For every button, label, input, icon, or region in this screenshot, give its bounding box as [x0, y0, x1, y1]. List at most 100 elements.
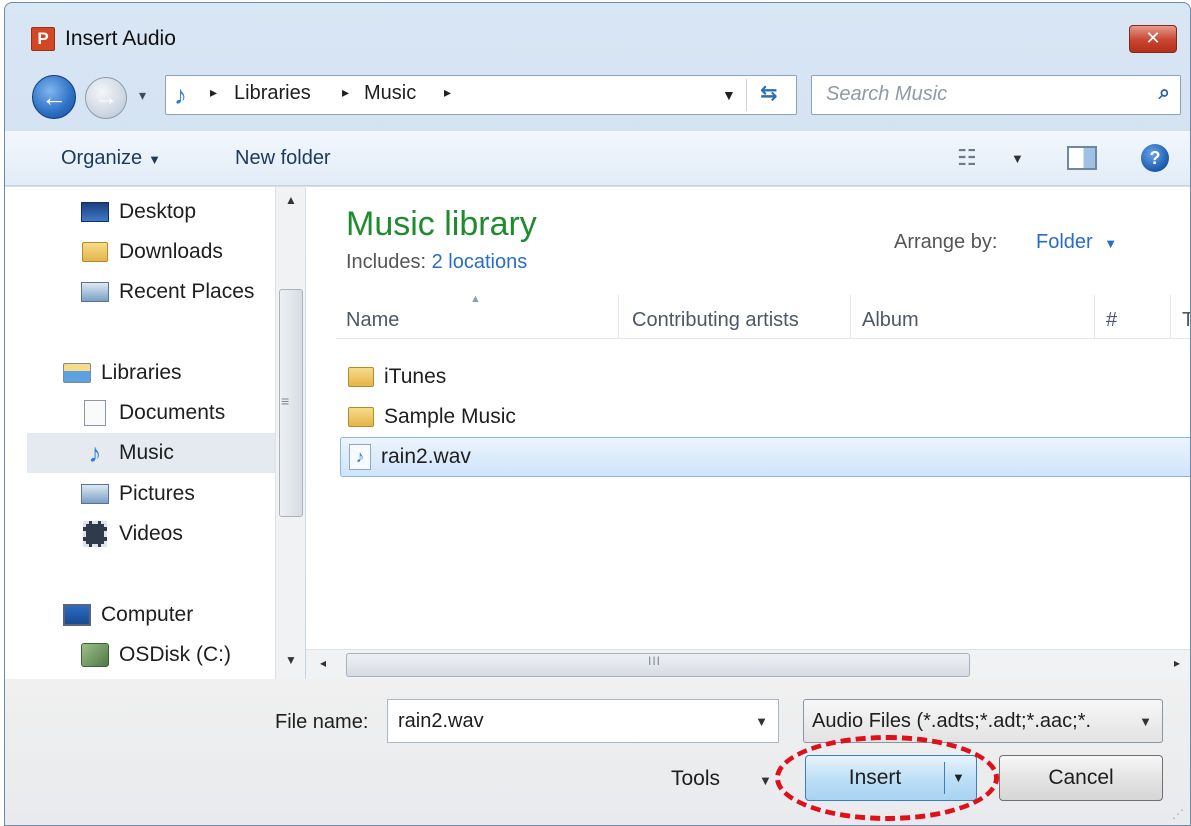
file-type-value: Audio Files (*.adts;*.adt;*.aac;*.	[812, 710, 1092, 732]
help-icon[interactable]: ?	[1141, 144, 1169, 172]
column-name[interactable]: Name	[346, 309, 399, 332]
search-icon[interactable]: ⌕	[1159, 82, 1170, 105]
column-divider[interactable]	[1094, 295, 1095, 339]
library-title: Music library	[346, 205, 537, 243]
back-button[interactable]: ←	[32, 75, 76, 119]
preview-pane-icon[interactable]	[1067, 146, 1097, 170]
grip-icon: III	[648, 654, 662, 668]
nav-item-downloads[interactable]: Downloads	[81, 232, 223, 272]
search-placeholder: Search Music	[826, 83, 948, 105]
arrange-by-label: Arrange by:	[894, 231, 998, 253]
videos-icon	[81, 521, 109, 547]
scroll-left-icon[interactable]: ◂	[320, 656, 326, 670]
nav-pane-scrollbar[interactable]: ▲ ≡ ▼	[275, 187, 305, 679]
file-row-sample-music[interactable]: Sample Music	[340, 397, 1190, 437]
breadcrumb-chevron-icon[interactable]: ▸	[342, 84, 349, 101]
chevron-down-icon: ▼	[1104, 236, 1118, 251]
breadcrumb-chevron-icon[interactable]: ▸	[210, 84, 217, 101]
chevron-down-icon: ▼	[148, 152, 162, 167]
pictures-icon	[81, 482, 109, 506]
libraries-icon	[63, 361, 91, 385]
breadcrumb-libraries[interactable]: Libraries	[234, 82, 311, 105]
disk-icon	[81, 643, 109, 667]
file-name: Sample Music	[384, 405, 516, 428]
resize-grip-icon[interactable]: ⋰	[1172, 807, 1184, 821]
back-arrow-icon: ←	[41, 81, 67, 112]
breadcrumb-music[interactable]: Music	[364, 82, 416, 105]
close-button[interactable]: ✕	[1129, 25, 1177, 53]
organize-label: Organize	[61, 147, 143, 169]
file-name: iTunes	[384, 365, 447, 388]
tools-menu[interactable]: Tools	[671, 767, 720, 791]
desktop-icon	[81, 200, 109, 224]
horizontal-scrollbar[interactable]: ◂ III ▸	[306, 649, 1190, 679]
column-divider[interactable]	[1170, 295, 1171, 339]
nav-item-label: OSDisk (C:)	[119, 643, 231, 666]
powerpoint-app-icon: P	[31, 27, 55, 51]
chevron-down-icon[interactable]: ▼	[759, 773, 772, 788]
search-input[interactable]: Search Music ⌕	[811, 75, 1181, 115]
folder-icon	[348, 367, 374, 387]
nav-item-desktop[interactable]: Desktop	[81, 192, 196, 232]
file-row-rain2-wav[interactable]: ♪ rain2.wav	[340, 437, 1190, 477]
arrange-by-dropdown[interactable]: Folder ▼	[1036, 231, 1117, 254]
music-icon: ♪	[88, 437, 102, 468]
change-view-icon[interactable]: ☷	[957, 145, 977, 171]
nav-item-music[interactable]: ♪ Music	[27, 433, 275, 473]
scroll-right-icon[interactable]: ▸	[1174, 656, 1180, 670]
locations-link[interactable]: 2 locations	[432, 251, 528, 273]
computer-icon	[63, 603, 91, 627]
nav-item-osdisk[interactable]: OSDisk (C:)	[81, 635, 231, 675]
grip-icon: ≡	[281, 393, 290, 409]
address-history-dropdown[interactable]: ▼	[722, 87, 736, 103]
scroll-up-icon[interactable]: ▲	[285, 193, 297, 207]
nav-item-label: Recent Places	[119, 280, 255, 303]
nav-item-label: Videos	[119, 522, 183, 545]
chevron-down-icon: ▼	[1139, 714, 1152, 729]
nav-item-recent-places[interactable]: Recent Places	[81, 272, 254, 312]
file-name-input[interactable]: rain2.wav ▼	[387, 699, 779, 743]
recent-places-icon	[81, 280, 109, 304]
refresh-icon[interactable]: ⇆	[760, 81, 778, 106]
chevron-down-icon[interactable]: ▼	[1011, 151, 1024, 166]
column-contributing-artists[interactable]: Contributing artists	[632, 309, 799, 332]
file-name-value: rain2.wav	[398, 710, 484, 732]
cancel-button[interactable]: Cancel	[999, 755, 1163, 801]
nav-item-label: Music	[119, 441, 174, 464]
documents-icon	[81, 400, 109, 426]
title-bar: P Insert Audio ✕	[5, 3, 1190, 65]
file-row-itunes[interactable]: iTunes	[340, 357, 1190, 397]
column-number[interactable]: #	[1106, 309, 1117, 332]
nav-item-label: Libraries	[101, 361, 182, 384]
new-folder-button[interactable]: New folder	[235, 147, 331, 170]
insert-highlight-annotation	[775, 735, 999, 821]
column-divider[interactable]	[850, 295, 851, 339]
nav-item-label: Desktop	[119, 200, 197, 223]
folder-icon	[348, 407, 374, 427]
nav-item-documents[interactable]: Documents	[81, 393, 225, 433]
file-list-pane: Music library Includes: 2 locations Arra…	[306, 187, 1190, 679]
nav-item-pictures[interactable]: Pictures	[81, 474, 195, 514]
organize-button[interactable]: Organize ▼	[61, 147, 161, 170]
address-divider	[746, 79, 747, 111]
nav-item-label: Computer	[101, 603, 194, 626]
recent-locations-dropdown[interactable]: ▾	[139, 87, 146, 104]
file-name-label: File name:	[275, 711, 369, 733]
column-album[interactable]: Album	[862, 309, 919, 332]
address-bar[interactable]: ♪ ▸ Libraries ▸ Music ▸ ▼ ⇆	[165, 75, 797, 115]
breadcrumb-chevron-icon[interactable]: ▸	[444, 84, 451, 101]
chevron-down-icon[interactable]: ▼	[755, 714, 768, 729]
navigation-pane: Desktop Downloads Recent Places Librarie…	[5, 187, 305, 679]
command-toolbar: Organize ▼ New folder ☷ ▼ ?	[5, 130, 1190, 186]
nav-item-computer[interactable]: Computer	[63, 595, 193, 635]
nav-item-videos[interactable]: Videos	[81, 514, 183, 554]
column-divider[interactable]	[618, 295, 619, 339]
nav-item-label: Downloads	[119, 240, 223, 263]
forward-button[interactable]: →	[85, 77, 127, 119]
dialog-footer: File name: rain2.wav ▼ Audio Files (*.ad…	[5, 679, 1190, 825]
nav-item-libraries[interactable]: Libraries	[63, 353, 182, 393]
scroll-down-icon[interactable]: ▼	[285, 653, 297, 667]
column-title[interactable]: T	[1182, 309, 1190, 332]
nav-item-label: Documents	[119, 401, 226, 424]
nav-item-label: Pictures	[119, 482, 195, 505]
